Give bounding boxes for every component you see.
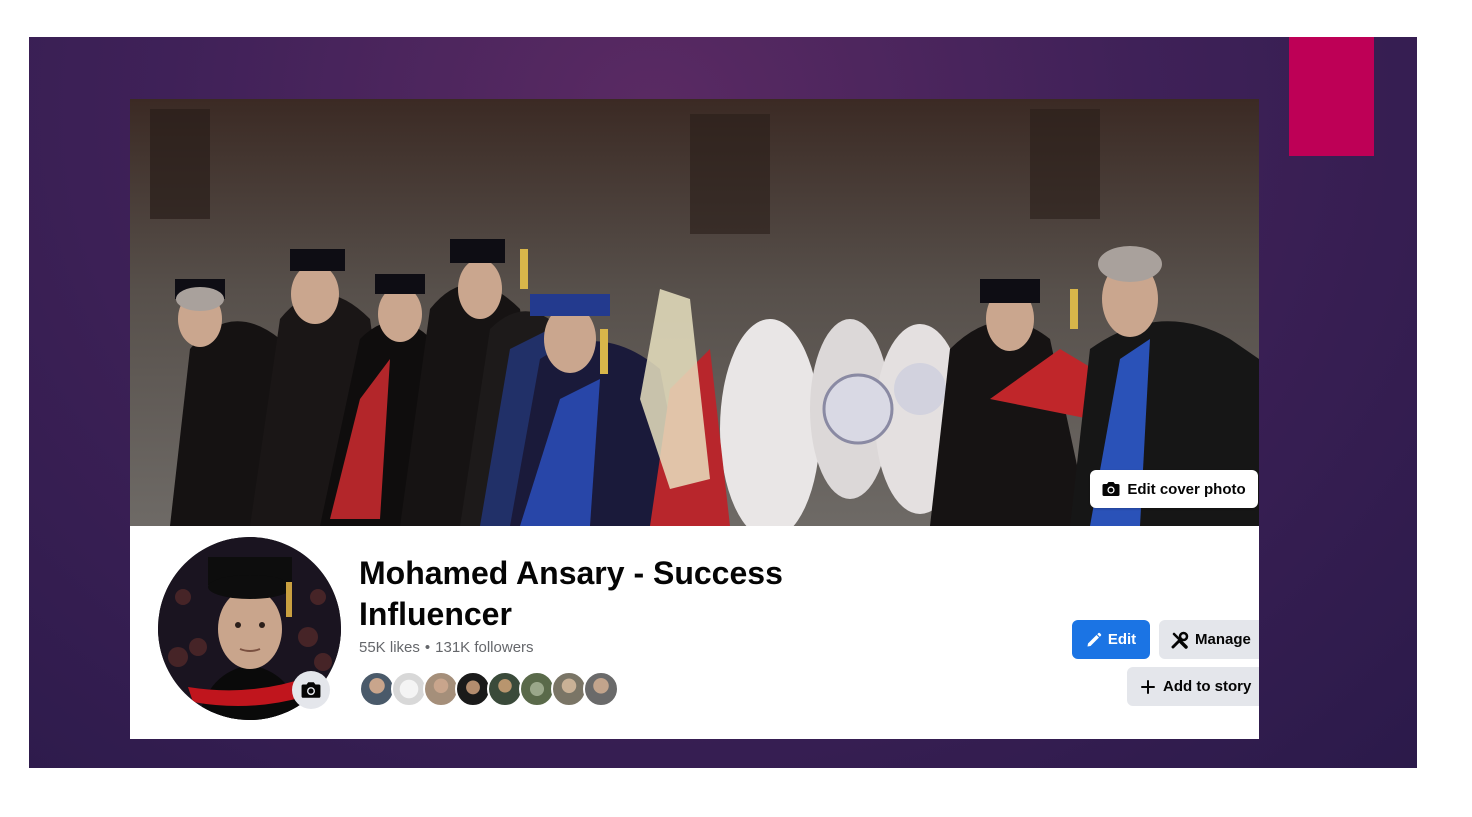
friend-avatar[interactable]: [487, 671, 523, 707]
friend-avatar[interactable]: [583, 671, 619, 707]
page-title[interactable]: Mohamed Ansary - Success Influencer: [359, 553, 879, 635]
manage-button[interactable]: Manage: [1159, 620, 1259, 659]
facebook-page-header: Edit cover photo Mohamed Ansary - Succes…: [130, 99, 1259, 739]
friend-avatar[interactable]: [551, 671, 587, 707]
friend-avatar[interactable]: [391, 671, 427, 707]
add-to-story-label: Add to story: [1163, 678, 1252, 695]
friend-avatar[interactable]: [455, 671, 491, 707]
camera-icon: [301, 682, 321, 698]
add-to-story-button[interactable]: Add to story: [1127, 667, 1259, 706]
manage-button-label: Manage: [1195, 631, 1251, 648]
friend-avatars: [359, 671, 619, 707]
edit-cover-photo-label: Edit cover photo: [1127, 480, 1246, 498]
plus-icon: [1141, 679, 1155, 694]
likes-count[interactable]: 55K likes: [359, 639, 420, 656]
edit-cover-photo-button[interactable]: Edit cover photo: [1090, 470, 1258, 508]
profile-avatar[interactable]: [158, 537, 341, 720]
cover-photo-image: [130, 99, 1259, 526]
tools-icon: [1171, 631, 1189, 649]
pencil-icon: [1087, 632, 1102, 646]
edit-button[interactable]: Edit: [1072, 620, 1150, 659]
accent-rectangle: [1289, 37, 1374, 156]
camera-icon: [1102, 482, 1120, 496]
slide-background: Edit cover photo Mohamed Ansary - Succes…: [29, 37, 1417, 768]
page-stats: 55K likes • 131K followers: [359, 639, 534, 656]
friend-avatar[interactable]: [519, 671, 555, 707]
cover-photo[interactable]: Edit cover photo: [130, 99, 1259, 526]
friend-avatar[interactable]: [359, 671, 395, 707]
friend-avatar[interactable]: [423, 671, 459, 707]
edit-button-label: Edit: [1107, 631, 1137, 648]
stats-separator: •: [424, 639, 431, 656]
update-profile-picture-button[interactable]: [292, 671, 330, 709]
followers-count[interactable]: 131K followers: [435, 639, 533, 656]
